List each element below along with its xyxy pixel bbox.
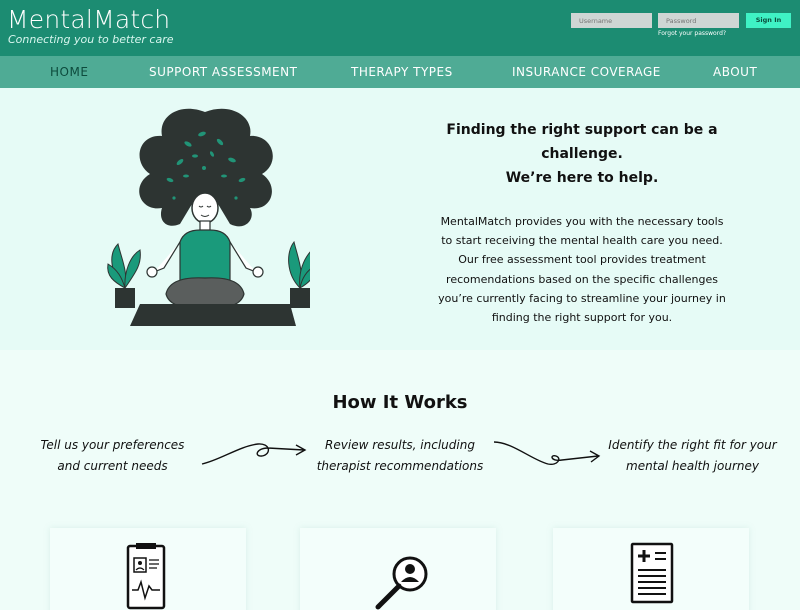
hero-heading: Finding the right support can be a chall… xyxy=(432,118,732,190)
password-input[interactable] xyxy=(658,13,739,28)
hero-text-line: MentalMatch provides you with the necess… xyxy=(440,215,724,228)
hero-heading-line: challenge. xyxy=(541,146,623,162)
step-text-line: Review results, including xyxy=(325,438,475,452)
hero-text-line: finding the right support for you. xyxy=(491,311,673,325)
nav-item-home[interactable]: HOME xyxy=(50,56,88,88)
nav-item-about[interactable]: ABOUT xyxy=(713,56,757,88)
feature-card[interactable] xyxy=(553,528,749,610)
brand-tagline: Connecting you to better care xyxy=(8,33,174,46)
hero-text-line: you’re currently facing to streamline yo… xyxy=(438,291,726,305)
hero-text-line: Our free assessment tool provides treatm… xyxy=(458,253,706,267)
how-it-works-title: How It Works xyxy=(332,392,468,413)
step-identify-fit: Identify the right fit for your mental h… xyxy=(600,435,785,477)
document-plus-icon xyxy=(630,542,674,604)
main-nav: HOME SUPPORT ASSESSMENT THERAPY TYPES IN… xyxy=(0,56,800,88)
clipboard-health-icon xyxy=(126,543,166,610)
hero-heading-line: Finding the right support can be a xyxy=(446,122,718,138)
step-text-line: therapist recommendations xyxy=(316,459,484,473)
step-text-line: mental health journey xyxy=(626,459,759,473)
meditation-illustration xyxy=(107,108,310,326)
username-input[interactable] xyxy=(571,13,652,28)
hero-heading-line: We’re here to help. xyxy=(505,170,659,186)
hero-section: Finding the right support can be a chall… xyxy=(0,88,800,350)
hero-text-line: to start receiving the mental health car… xyxy=(441,234,723,248)
nav-item-therapy-types[interactable]: THERAPY TYPES xyxy=(351,56,453,88)
site-header: MentalMatch Connecting you to better car… xyxy=(0,0,800,56)
nav-item-support-assessment[interactable]: SUPPORT ASSESSMENT xyxy=(149,56,297,88)
nav-item-insurance-coverage[interactable]: INSURANCE COVERAGE xyxy=(512,56,661,88)
step-review-results: Review results, including therapist reco… xyxy=(315,435,485,477)
step-text-line: Tell us your preferences xyxy=(40,438,185,452)
brand-logo[interactable]: MentalMatch xyxy=(7,5,170,35)
feature-card[interactable] xyxy=(300,528,496,610)
forgot-password-link[interactable]: Forgot your password? xyxy=(658,30,726,37)
step-text-line: and current needs xyxy=(57,459,168,473)
hero-text-line: recomendations based on the specific cha… xyxy=(446,272,718,286)
step-preferences: Tell us your preferences and current nee… xyxy=(30,435,195,477)
feature-card[interactable] xyxy=(50,528,246,610)
search-person-icon xyxy=(375,556,428,610)
curly-arrow-icon xyxy=(493,441,601,466)
curly-arrow-icon xyxy=(201,443,307,465)
step-text-line: Identify the right fit for your xyxy=(608,438,777,452)
sign-in-button[interactable]: Sign In xyxy=(746,13,791,28)
hero-description: MentalMatch provides you with the necess… xyxy=(430,212,734,327)
